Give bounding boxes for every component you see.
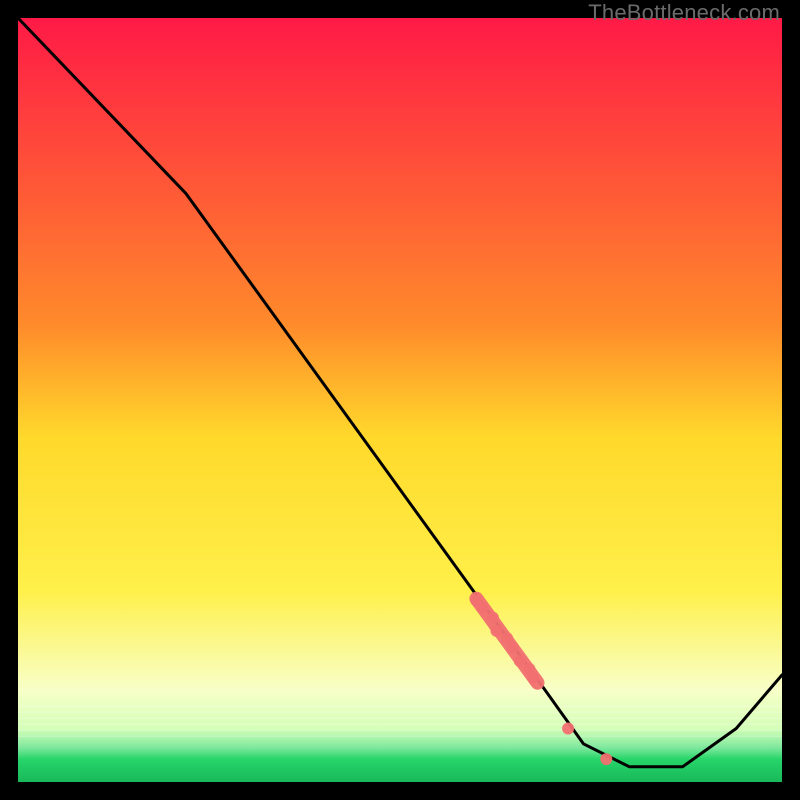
highlight-dot — [490, 625, 502, 637]
grid-line — [18, 706, 782, 707]
grid-line — [18, 712, 782, 713]
watermark-text: TheBottleneck.com — [588, 0, 780, 26]
gradient-background — [18, 18, 782, 782]
highlight-dot — [562, 723, 574, 735]
highlight-dot — [507, 642, 519, 654]
highlight-dot — [600, 753, 612, 765]
highlight-dot — [527, 672, 539, 684]
grid-line — [18, 724, 782, 725]
grid-line — [18, 736, 782, 737]
grid-line — [18, 730, 782, 731]
highlight-dot — [487, 612, 499, 624]
highlight-dot — [477, 602, 489, 614]
highlight-dot — [514, 655, 526, 667]
grid-line — [18, 718, 782, 719]
plot-area — [18, 18, 782, 782]
chart-svg — [18, 18, 782, 782]
chart-frame: TheBottleneck.com — [0, 0, 800, 800]
